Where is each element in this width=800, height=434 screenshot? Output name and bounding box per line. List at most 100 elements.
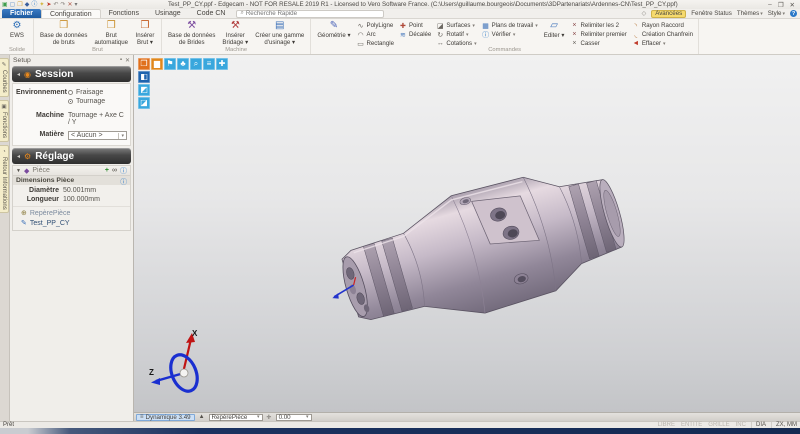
expand-icon[interactable]: ▼ (16, 168, 21, 174)
create-machining-sequence-button[interactable]: ▤Créer une gammed'usinage ▾ (252, 20, 307, 46)
info-icon[interactable]: ⓘ (120, 176, 127, 186)
revolved-button[interactable]: ↻Rotatif▾ (434, 30, 478, 39)
tab-fonctions[interactable]: Fonctions (101, 9, 147, 18)
iso-view-icon[interactable]: ❒ (138, 58, 150, 70)
help-icon[interactable]: ? (790, 10, 797, 17)
titlebar-menu: ◇ Avancées Fenêtre Status Thèmes▾ Style▾ ? (642, 9, 800, 18)
pin-icon[interactable]: ▪ (120, 57, 122, 64)
material-select[interactable]: < Aucun > ▾ (68, 131, 127, 140)
insert-fixture-button[interactable]: ⚒InsérerBridage ▾ (219, 20, 251, 46)
find-icon[interactable]: ∞ (112, 167, 117, 174)
status-flag-grille[interactable]: GRILLE (708, 422, 729, 428)
zoom-icon[interactable]: ⌕ (190, 58, 202, 70)
browser-list-icon[interactable]: ≡ (203, 58, 215, 70)
geometry-label: Géométrie ▾ (317, 32, 350, 39)
surfaces-button[interactable]: ◪Surfaces▾ (434, 21, 478, 30)
trim-both-button[interactable]: ×Relimiter les 2 (568, 21, 628, 30)
qa-preferences-button[interactable]: ✦ (39, 1, 44, 9)
stock-display-icon[interactable]: ▆ (151, 58, 163, 70)
radio-fraisage[interactable] (68, 90, 73, 95)
angle-icon: ✛ (267, 414, 272, 421)
angle-select[interactable]: 0.00 ▾ (276, 414, 312, 421)
create-machining-sequence-label: Créer une gammed'usinage ▾ (255, 32, 304, 46)
piece-row[interactable]: ▼ ◆ Pièce + ∞ ⓘ (12, 165, 131, 176)
side-tab-courbes[interactable]: ✎Courbes (0, 58, 9, 97)
panel-close-icon[interactable]: ✕ (125, 57, 130, 64)
coordinate-system-select[interactable]: RepèrePièce ▾ (209, 414, 263, 421)
material-value: < Aucun > (71, 132, 103, 139)
work-planes-icon: ▦ (482, 22, 490, 30)
qa-open-button[interactable]: ❒ (17, 1, 22, 9)
shading-solid-icon[interactable]: ◧ (138, 71, 150, 83)
polyline-button[interactable]: ∿PolyLigne (355, 21, 396, 30)
verify-button[interactable]: ⓘVérifier▾ (480, 30, 540, 39)
info-icon[interactable]: ⓘ (120, 166, 127, 176)
tab-fichier[interactable]: Fichier (2, 9, 41, 18)
qa-new-button[interactable]: ▢ (10, 1, 16, 9)
search-input[interactable] (246, 10, 381, 17)
machine-datum-icon[interactable]: ⚑ (164, 58, 176, 70)
tab-usinage[interactable]: Usinage (147, 9, 189, 18)
offset-button[interactable]: ≋Décalée (397, 30, 433, 39)
qa-redo-button[interactable]: ↷ (60, 1, 65, 9)
tree-item-reperepiece[interactable]: ⊕RepèrePièce (21, 209, 130, 217)
arc-button[interactable]: ◠Arc (355, 30, 396, 39)
fixture-database-button[interactable]: ⚒Base de donnéesde Brides (165, 20, 218, 46)
menu-style[interactable]: Style▾ (768, 10, 785, 17)
minimize-button[interactable]: – (768, 1, 772, 9)
tree-item-test-pp-cy[interactable]: ✎Test_PP_CY (21, 219, 130, 227)
model-3d[interactable] (134, 55, 800, 412)
status-flag-libre[interactable]: LIBRE (658, 422, 675, 428)
dynamic-rotation-chip[interactable]: ≡ Dynamique 3.49 (136, 414, 195, 421)
point-button[interactable]: ✚Point (397, 21, 433, 30)
work-planes-label: Plans de travail (492, 22, 534, 29)
qa-app-button[interactable]: ▣ (2, 1, 8, 9)
status-dia-mode[interactable]: DIA (751, 422, 766, 428)
move-origin-icon[interactable]: ✚ (216, 58, 228, 70)
side-tab-fonctions[interactable]: ▣Fonctions (0, 100, 9, 142)
chamfer-button[interactable]: ◟Création Chanfrein (630, 30, 695, 39)
radio-tournage[interactable] (68, 99, 73, 104)
features-icon[interactable]: ♣ (177, 58, 189, 70)
shading-wire-icon[interactable]: ◪ (138, 97, 150, 109)
viewport-toolbar-row: ❒▆⚑♣⌕≡✚ (138, 58, 228, 70)
shading-half-icon[interactable]: ◩ (138, 84, 150, 96)
viewport-3d[interactable]: ❒▆⚑♣⌕≡✚ ◧◩◪ X Z (134, 55, 800, 412)
menu-avancees[interactable]: Avancées (651, 10, 686, 18)
quick-search[interactable]: ⌕ (236, 10, 384, 18)
session-section-header[interactable]: ◂ ◉ Session (12, 66, 131, 82)
status-bar: Prêt LIBREENTITEGRILLEINC DIA ZX, MM (0, 421, 800, 428)
qa-info-button[interactable]: ⓘ (31, 1, 37, 9)
fixture-database-label: Base de donnéesde Brides (168, 32, 215, 46)
trim-first-button[interactable]: ×Relimiter premier (568, 30, 628, 39)
menu-themes[interactable]: Thèmes▾ (737, 10, 763, 17)
qa-undo-button[interactable]: ↶ (53, 1, 58, 9)
test-pp-cy-icon: ✎ (21, 219, 27, 227)
status-flag-inc[interactable]: INC (736, 422, 746, 428)
status-units[interactable]: ZX, MM (771, 422, 797, 428)
menu-fenetre-status[interactable]: Fenêtre Status (691, 10, 732, 17)
stock-database-button[interactable]: ❒Base de donnéesde bruts (37, 20, 90, 46)
options-icon[interactable]: ◇ (642, 10, 647, 17)
main-area: ✎Courbes▣Fonctions◔Retour Informations S… (0, 55, 800, 421)
qa-delete-button[interactable]: ✕ (68, 1, 73, 9)
ews-button[interactable]: ⚙EWS (4, 20, 30, 39)
maximize-button[interactable]: ❐ (778, 1, 784, 9)
insert-stock-button[interactable]: ❒InsérerBrut ▾ (132, 20, 158, 46)
reperepiece-icon: ⊕ (21, 209, 27, 217)
qa-launch-button[interactable]: ➤ (46, 1, 51, 9)
auto-stock-button[interactable]: ❒Brutautomatique (91, 20, 131, 46)
side-tab-retour-informations[interactable]: ◔Retour Informations (0, 145, 9, 214)
fillet-radius-button[interactable]: ◝Rayon Raccord (630, 21, 695, 30)
edit-button[interactable]: ▱Editer ▾ (541, 20, 568, 39)
reglage-section-header[interactable]: ◂ ⚙ Réglage (12, 148, 131, 164)
close-button[interactable]: ✕ (790, 1, 795, 9)
coordinate-system-value: RepèrePièce (212, 414, 248, 421)
qa-save-button[interactable]: ◆ (25, 1, 30, 9)
tab-configuration[interactable]: Configuration (41, 9, 101, 18)
add-icon[interactable]: + (105, 167, 109, 174)
geometry-button[interactable]: ✎Géométrie ▾ (314, 20, 353, 39)
ribbon-group-label: Brut (34, 47, 161, 53)
tab-code-cn[interactable]: Code CN (189, 9, 234, 18)
status-flag-entite[interactable]: ENTITE (681, 422, 702, 428)
